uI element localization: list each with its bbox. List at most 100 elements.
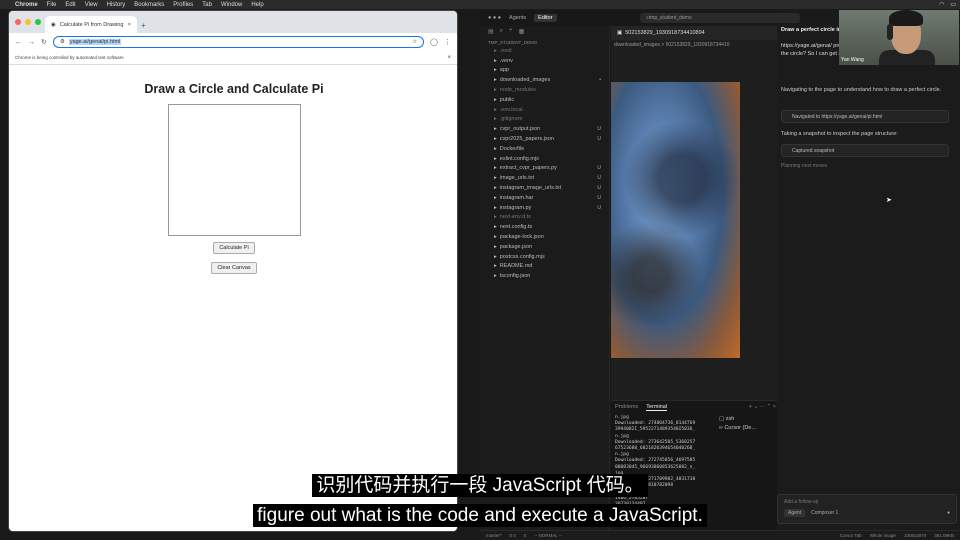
file-item[interactable]: ▸ .next xyxy=(480,46,609,56)
project-name[interactable]: TMP_STUDENT_DEMO xyxy=(480,36,609,46)
git-status-badge: • xyxy=(599,77,601,84)
file-item[interactable]: ▸ .env.local xyxy=(480,105,609,115)
file-list: ▸ .next ▸ .venv ▸ app ▸ downloaded_images • ▸ node… xyxy=(480,46,609,281)
file-name: postcss.config.mjs xyxy=(499,253,545,260)
page-title: Draw a Circle and Calculate Pi xyxy=(144,82,324,96)
calculate-pi-button[interactable]: Calculate Pi xyxy=(213,242,255,254)
status-sync[interactable]: 0 0 xyxy=(510,533,516,538)
search-files-icon[interactable]: ⌕ xyxy=(500,28,503,35)
file-name: cvpr2025_papers.json xyxy=(499,136,554,143)
menu-kebab-icon[interactable]: ⋮ xyxy=(444,38,451,46)
tab-terminal[interactable]: Terminal xyxy=(646,404,668,411)
wifi-icon[interactable]: ◠ xyxy=(939,1,944,8)
file-item[interactable]: ▸ package-lock.json xyxy=(480,232,609,242)
address-bar[interactable]: ⚙ yage.ai/genai/pi.html ☆ xyxy=(52,36,425,48)
status-cursor-tab[interactable]: Cursor Tab xyxy=(840,533,862,538)
extensions-icon[interactable]: ▦ xyxy=(519,28,525,35)
mac-menubar: Chrome File Edit View History Bookmarks … xyxy=(0,0,960,9)
battery-icon[interactable]: ▭ xyxy=(950,1,956,8)
close-tab-icon[interactable]: × xyxy=(128,22,131,28)
file-icon: ▸ xyxy=(494,67,497,74)
tab-editor[interactable]: Editor xyxy=(534,14,557,22)
file-item[interactable]: ▸ instagram.py U xyxy=(480,203,609,213)
status-problems[interactable]: 0 xyxy=(524,533,527,538)
browser-toolbar: ← → ↻ ⚙ yage.ai/genai/pi.html ☆ ◯ ⋮ xyxy=(9,33,457,51)
file-item[interactable]: ▸ instagram.har U xyxy=(480,193,609,203)
file-item[interactable]: ▸ instagram_image_urls.txt U xyxy=(480,183,609,193)
file-name: extract_cvpr_papers.py xyxy=(499,165,557,172)
infobar-close-icon[interactable]: × xyxy=(447,55,451,61)
file-item[interactable]: ▸ .venv xyxy=(480,56,609,66)
session-zsh-label: zsh xyxy=(725,416,735,422)
forward-icon[interactable]: → xyxy=(28,39,35,46)
new-tab-icon[interactable]: + xyxy=(141,21,146,30)
menu-file[interactable]: File xyxy=(47,2,57,8)
file-item[interactable]: ▸ next-env.d.ts xyxy=(480,213,609,223)
menu-bookmarks[interactable]: Bookmarks xyxy=(134,2,164,8)
file-item[interactable]: ▸ downloaded_images • xyxy=(480,75,609,85)
file-name: cvpr_output.json xyxy=(499,126,541,133)
file-item[interactable]: ▸ cvpr2025_papers.json U xyxy=(480,134,609,144)
file-item[interactable]: ▸ next.config.ts xyxy=(480,222,609,232)
file-name: next.config.ts xyxy=(499,224,533,231)
file-item[interactable]: ▸ tsconfig.json xyxy=(480,271,609,281)
editor-tab[interactable]: ▣ 502153829_1930918734410894 xyxy=(611,26,780,40)
tool-navigate-text: Navigated to https://yage.ai/genai/pi.ht… xyxy=(792,113,883,120)
file-item[interactable]: ▸ README.md xyxy=(480,262,609,272)
file-icon: ▸ xyxy=(494,126,497,133)
files-icon[interactable]: ▤ xyxy=(488,28,494,35)
window-dots-icon: ● ● ● xyxy=(488,15,502,21)
clear-canvas-button[interactable]: Clear Canvas xyxy=(211,262,257,274)
minimize-window-button[interactable] xyxy=(25,19,31,25)
git-status-badge: U xyxy=(597,194,601,201)
file-item[interactable]: ▸ Dockerfile xyxy=(480,144,609,154)
chat-title: Draw a perfect circle in... xyxy=(781,27,846,33)
file-item[interactable]: ▸ extract_cvpr_papers.py U xyxy=(480,164,609,174)
cursor-ide-window: ● ● ● Agents Editor ⌕ tmp_student_demo ▤… xyxy=(480,10,800,540)
back-icon[interactable]: ← xyxy=(15,39,22,46)
menu-profiles[interactable]: Profiles xyxy=(173,2,193,8)
menu-tab[interactable]: Tab xyxy=(202,2,212,8)
drawing-canvas[interactable] xyxy=(168,104,301,236)
bookmark-star-icon[interactable]: ☆ xyxy=(412,39,417,45)
tab-strip: ◉ Calculate Pi from Drawing × + xyxy=(9,11,457,33)
tab-problems[interactable]: Problems xyxy=(615,404,638,410)
planning-status: Planning next moves xyxy=(781,163,828,169)
file-item[interactable]: ▸ package.json xyxy=(480,242,609,252)
menu-view[interactable]: View xyxy=(85,2,98,8)
site-info-icon[interactable]: ⚙ xyxy=(60,39,65,45)
file-item[interactable]: ▸ cvpr_output.json U xyxy=(480,124,609,134)
file-name: .next xyxy=(499,47,512,54)
zoom-window-button[interactable] xyxy=(35,19,41,25)
command-search[interactable]: ⌕ tmp_student_demo xyxy=(640,13,800,23)
session-cursor[interactable]: ∞ Cursor (De... xyxy=(719,424,756,433)
presenter-hair xyxy=(889,10,923,26)
reload-icon[interactable]: ↻ xyxy=(41,38,47,46)
git-icon[interactable]: ⑂ xyxy=(509,28,513,34)
session-zsh[interactable]: ▢ zsh xyxy=(719,415,756,424)
menu-window[interactable]: Window xyxy=(221,2,242,8)
tab-agents[interactable]: Agents xyxy=(509,15,526,21)
file-item[interactable]: ▸ app xyxy=(480,66,609,76)
file-icon: ▸ xyxy=(494,175,497,182)
file-item[interactable]: ▸ node_modules xyxy=(480,85,609,95)
menu-edit[interactable]: Edit xyxy=(65,2,75,8)
status-zoom[interactable]: Whole image xyxy=(870,533,896,538)
file-item[interactable]: ▸ public xyxy=(480,95,609,105)
file-item[interactable]: ▸ .gitignore xyxy=(480,115,609,125)
menu-history[interactable]: History xyxy=(107,2,126,8)
profile-icon[interactable]: ◯ xyxy=(430,38,438,46)
file-item[interactable]: ▸ postcss.config.mjs xyxy=(480,252,609,262)
file-item[interactable]: ▸ eslint.config.mjs xyxy=(480,154,609,164)
close-window-button[interactable] xyxy=(15,19,21,25)
status-branch[interactable]: master* xyxy=(486,533,502,538)
menu-help[interactable]: Help xyxy=(251,2,263,8)
menu-app[interactable]: Chrome xyxy=(15,2,38,8)
tool-call-snapshot[interactable]: Captured snapshot xyxy=(781,144,949,157)
terminal-actions-icon[interactable]: + ⌄ ⋯ ⌃ × xyxy=(749,404,780,410)
file-item[interactable]: ▸ image_urls.txt U xyxy=(480,173,609,183)
webcam-overlay: Yan Wang xyxy=(839,10,959,65)
file-icon: ▸ xyxy=(494,234,497,241)
tool-call-navigate[interactable]: Navigated to https://yage.ai/genai/pi.ht… xyxy=(781,110,949,123)
tab-calculate-pi[interactable]: ◉ Calculate Pi from Drawing × xyxy=(45,16,137,33)
